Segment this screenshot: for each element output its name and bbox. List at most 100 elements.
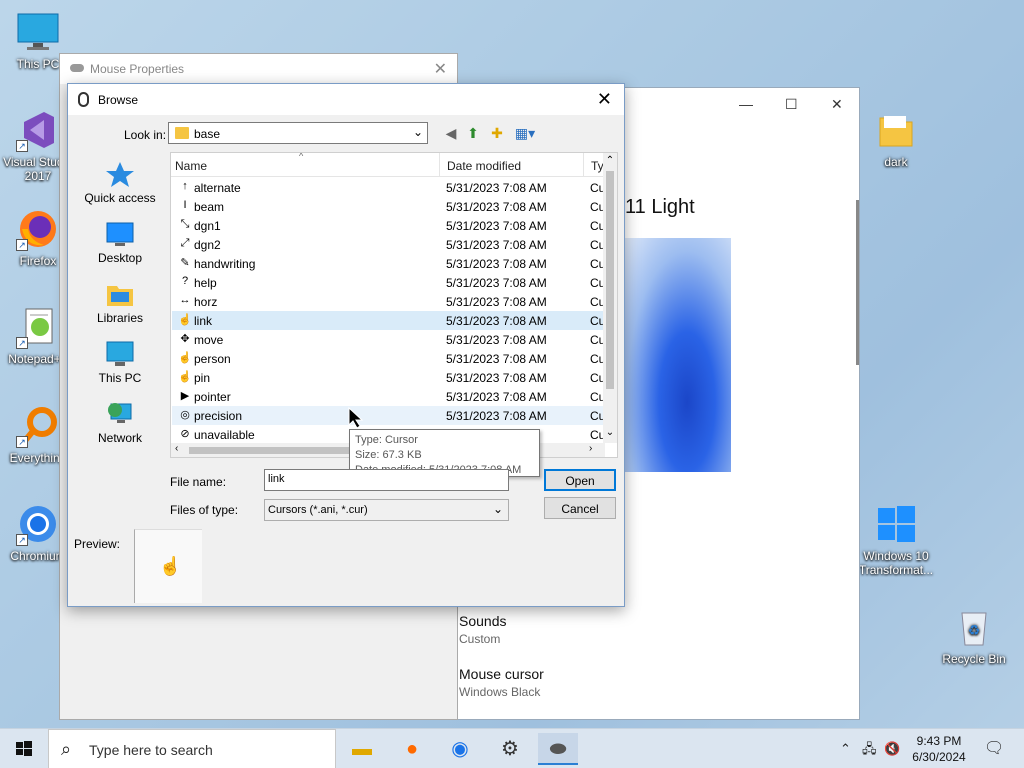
chevron-down-icon: ⌄ [412, 125, 423, 139]
file-explorer-icon[interactable]: ▬ [342, 733, 382, 765]
scroll-right-icon[interactable]: › [589, 443, 592, 454]
place-quick-access[interactable]: Quick access [76, 160, 164, 205]
look-in-label: Look in: [124, 128, 167, 142]
scroll-thumb[interactable] [606, 171, 614, 389]
libraries-icon [105, 280, 135, 308]
back-icon[interactable]: ◀ [442, 124, 460, 142]
places-bar: Quick access Desktop Libraries This PC N… [76, 152, 164, 452]
title-bar: Mouse Properties ✕ [60, 54, 457, 84]
look-in-dropdown[interactable]: base ⌄ [168, 122, 428, 144]
setting-subtitle: Custom [459, 632, 501, 646]
file-row-pin[interactable]: ☝ pin 5/31/2023 7:08 AM Cu [172, 368, 605, 387]
scroll-left-icon[interactable]: ‹ [175, 443, 178, 454]
clock[interactable]: 9:43 PM 6/30/2024 [906, 733, 972, 765]
mouse-properties-taskbar-icon[interactable]: ⬬ [538, 733, 578, 765]
cancel-button[interactable]: Cancel [544, 497, 616, 519]
desktop-icon-win10-transformation[interactable]: Windows 10 Transformat... [858, 502, 934, 577]
desktop-icon-recycle-bin[interactable]: ♻ Recycle Bin [936, 605, 1012, 666]
file-row-dgn1[interactable]: ⤡ dgn1 5/31/2023 7:08 AM Cu [172, 216, 606, 235]
shortcut-arrow-icon: ↗ [16, 337, 28, 349]
desktop-icon-dark-folder[interactable]: dark [858, 108, 934, 169]
close-icon[interactable]: ✕ [597, 89, 612, 110]
settings-gear-icon[interactable]: ⚙ [490, 733, 530, 765]
file-row-horz[interactable]: ↔ horz 5/31/2023 7:08 AM Cu [172, 292, 606, 311]
view-menu-icon[interactable]: ▦▾ [512, 124, 538, 142]
setting-subtitle: Windows Black [459, 685, 541, 699]
cursor-file-icon: I [183, 199, 187, 211]
place-this-pc[interactable]: This PC [76, 340, 164, 385]
cursor-file-icon: ☝ [178, 314, 192, 326]
place-label: Libraries [96, 311, 144, 325]
file-date: 5/31/2023 7:08 AM [446, 409, 547, 423]
network-tray-icon[interactable]: 🖧 [862, 729, 877, 768]
chromium-icon[interactable]: ◉ [440, 733, 480, 765]
cursor-file-icon: ↔ [179, 294, 191, 306]
file-date: 5/31/2023 7:08 AM [446, 352, 547, 366]
file-row-move[interactable]: ✥ move 5/31/2023 7:08 AM Cu [172, 330, 605, 349]
mouse-icon [78, 92, 89, 107]
notification-icon[interactable]: 🗨 [984, 729, 1004, 768]
file-date: 5/31/2023 7:08 AM [446, 314, 547, 328]
sort-ascending-icon: ^ [299, 152, 304, 161]
file-name: horz [194, 295, 218, 309]
tooltip-size: Size: 67.3 KB [355, 449, 422, 461]
place-desktop[interactable]: Desktop [76, 220, 164, 265]
column-date-modified[interactable]: Date modified [447, 159, 521, 173]
file-date: 5/31/2023 7:08 AM [446, 333, 547, 347]
column-separator[interactable] [439, 153, 440, 177]
mouse-pointer-icon [348, 406, 364, 432]
tooltip-type: Type: Cursor [355, 434, 418, 446]
column-type[interactable]: Ty [591, 159, 604, 173]
file-row-link[interactable]: ☝ link 5/31/2023 7:08 AM Cu [172, 311, 605, 330]
firefox-icon[interactable]: ● [392, 733, 432, 765]
svg-text:♻: ♻ [968, 622, 981, 638]
window-title: Mouse Properties [90, 62, 185, 76]
shortcut-arrow-icon: ↗ [16, 534, 28, 546]
start-button[interactable] [0, 729, 48, 768]
vertical-scrollbar[interactable]: ⌃ ⌄ [603, 153, 617, 443]
windows-logo-icon [16, 741, 32, 756]
up-folder-icon[interactable]: ⬆ [464, 124, 482, 142]
file-row-beam[interactable]: Ibeam 5/31/2023 7:08 AM Cu [172, 197, 605, 216]
file-row-handwriting[interactable]: ✎ handwriting 5/31/2023 7:08 AM Cu [172, 254, 605, 273]
column-name[interactable]: Name [175, 159, 207, 173]
close-icon[interactable]: ✕ [434, 59, 447, 79]
scroll-up-icon[interactable]: ⌃ [603, 155, 617, 166]
star-icon [105, 160, 135, 188]
hand-cursor-icon: ☝ [159, 556, 182, 576]
open-button[interactable]: Open [544, 469, 616, 491]
minimize-icon[interactable]: — [739, 96, 753, 112]
close-icon[interactable]: ✕ [831, 96, 843, 113]
file-row-help[interactable]: ? help 5/31/2023 7:08 AM Cu [172, 273, 605, 292]
new-folder-icon[interactable]: ✚ [488, 124, 506, 142]
settings-scrollbar[interactable] [856, 200, 859, 365]
cursor-file-icon: ✥ [180, 333, 190, 345]
file-row-dgn2[interactable]: ⤢ dgn2 5/31/2023 7:08 AM Cu [172, 235, 606, 254]
scroll-down-icon[interactable]: ⌄ [603, 427, 617, 438]
volume-muted-icon[interactable]: 🔇 [884, 729, 900, 768]
file-name: pointer [194, 390, 231, 404]
cursor-file-icon: ✎ [180, 257, 190, 269]
maximize-icon[interactable]: ☐ [785, 96, 798, 113]
chevron-up-icon[interactable]: ⌃ [840, 729, 851, 768]
file-row-alternate[interactable]: ↑ alternate 5/31/2023 7:08 AM Cu [172, 178, 605, 197]
file-row-pointer[interactable]: ▶ pointer 5/31/2023 7:08 AM Cu [172, 387, 606, 406]
column-separator[interactable] [583, 153, 584, 177]
file-date: 5/31/2023 7:08 AM [446, 295, 547, 309]
file-date: 5/31/2023 7:08 AM [446, 371, 547, 385]
monitor-icon [16, 10, 60, 54]
search-placeholder: Type here to search [89, 742, 213, 758]
folder-icon [874, 108, 918, 152]
file-type-select[interactable]: Cursors (*.ani, *.cur) ⌄ [264, 499, 509, 521]
file-row-person[interactable]: ☝ person 5/31/2023 7:08 AM Cu [172, 349, 605, 368]
file-name: unavailable [194, 428, 255, 442]
place-network[interactable]: Network [76, 400, 164, 445]
file-date: 5/31/2023 7:08 AM [446, 390, 547, 404]
place-libraries[interactable]: Libraries [76, 280, 164, 325]
file-name: dgn2 [194, 238, 221, 252]
taskbar-search[interactable]: ⌕ Type here to search [48, 729, 336, 768]
file-name-input[interactable]: link [264, 469, 509, 491]
title-bar: Browse ✕ [68, 84, 624, 115]
place-label: This PC [98, 371, 142, 385]
file-row-precision[interactable]: ◎ precision 5/31/2023 7:08 AM Cu [172, 406, 605, 425]
